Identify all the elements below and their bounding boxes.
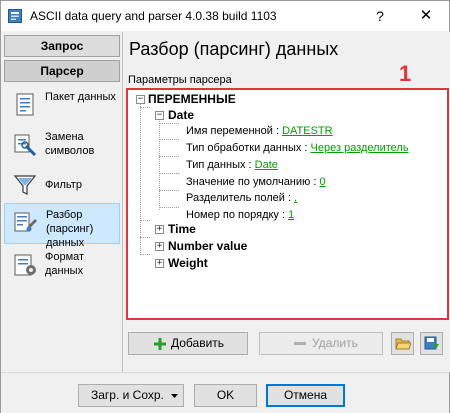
delete-button-label: Удалить [312,336,358,350]
collapse-icon[interactable]: − [155,111,164,120]
help-button[interactable]: ? [357,1,403,31]
sidebar: Запрос Парсер Пакет данных Замена символ… [1,32,121,292]
footer-bar: Загр. и Сохр. OK Отмена [1,372,449,413]
tree-prop-data-type[interactable]: Тип данных : Date [186,157,278,173]
tree-node-time[interactable]: Time [168,221,196,237]
open-button[interactable] [391,332,414,355]
add-button[interactable]: Добавить [128,332,248,355]
collapse-icon[interactable]: − [136,95,145,104]
package-icon [16,93,34,116]
dropdown-arrow-icon [171,394,178,398]
expand-icon[interactable]: + [155,242,164,251]
save-button[interactable] [420,332,443,355]
tree-prop-default-value[interactable]: Значение по умолчанию : 0 [186,174,326,190]
sidebar-item-filter[interactable]: Фильтр [4,166,120,206]
tree-node-weight[interactable]: Weight [168,255,208,271]
open-folder-icon [395,338,411,350]
ok-button[interactable]: OK [194,384,257,407]
page-title: Разбор (парсинг) данных [129,39,339,59]
annotation-marker: 1 [399,61,412,86]
expand-icon[interactable]: + [155,225,164,234]
tab-request[interactable]: Запрос [4,35,120,57]
app-icon [8,9,22,23]
tree-prop-variable-name[interactable]: Имя переменной : DATESTR [186,123,333,139]
cancel-button[interactable]: Отмена [266,384,345,407]
tab-parser[interactable]: Парсер [4,60,120,82]
sidebar-item-label: Разбор (парсинг) данных [46,209,94,249]
load-save-label: Загр. и Сохр. [91,388,164,402]
window-title: ASCII data query and parser 4.0.38 build… [30,9,277,23]
title-bar: ASCII data query and parser 4.0.38 build… [1,1,449,31]
save-icon [424,336,439,350]
tree-root-node[interactable]: ПЕРЕМЕННЫЕ [148,91,236,107]
load-save-button[interactable]: Загр. и Сохр. [78,384,184,407]
filter-icon [13,175,37,195]
app-window: ASCII data query and parser 4.0.38 build… [0,0,450,413]
plus-icon [154,338,166,350]
tree-prop-processing-type[interactable]: Тип обработки данных : Через разделитель [186,140,409,156]
sidebar-item-format[interactable]: Формат данных [4,246,120,286]
parser-tree: − ПЕРЕМЕННЫЕ − Date Имя переменной : DAT… [126,88,449,320]
add-button-label: Добавить [171,336,225,350]
close-button[interactable]: ✕ [403,1,449,31]
sidebar-item-replace[interactable]: Замена символов [4,126,120,166]
tree-prop-field-separator[interactable]: Разделитель полей : , [186,190,297,206]
delete-button[interactable]: Удалить [259,332,383,355]
minus-icon [294,342,306,345]
tree-node-number-value[interactable]: Number value [168,238,247,254]
replace-icon [14,134,37,157]
sidebar-item-parse[interactable]: Разбор (парсинг) данных [4,203,120,249]
sidebar-item-label: Замена символов [45,131,95,157]
parse-icon [14,212,37,232]
group-label: Параметры парсера [128,74,232,86]
format-icon [14,254,36,276]
sidebar-item-package[interactable]: Пакет данных [4,86,120,126]
expand-icon[interactable]: + [155,259,164,268]
sidebar-item-label: Фильтр [45,179,82,191]
sidebar-item-label: Пакет данных [45,91,116,103]
tree-prop-order-number[interactable]: Номер по порядку : 1 [186,207,294,223]
tree-node-date[interactable]: Date [168,107,194,123]
sidebar-item-label: Формат данных [45,251,85,277]
